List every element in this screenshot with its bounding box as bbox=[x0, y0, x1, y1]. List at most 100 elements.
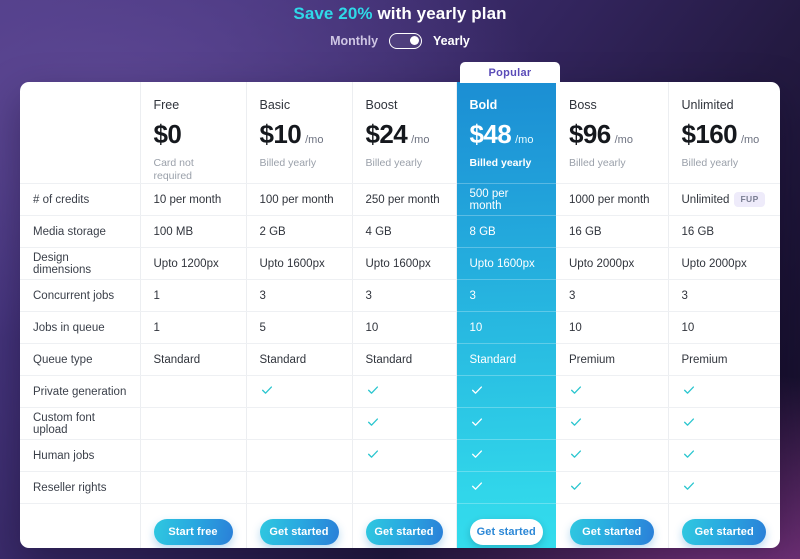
feature-value: Premium bbox=[681, 353, 728, 366]
check-icon bbox=[569, 415, 583, 429]
feature-label: Custom font upload bbox=[20, 407, 141, 440]
promo-header: Save 20% with yearly plan Monthly Yearly bbox=[0, 0, 800, 49]
feature-cell: 3 bbox=[456, 279, 556, 312]
feature-cell: Premium bbox=[668, 343, 780, 376]
feature-value: Standard bbox=[153, 353, 201, 366]
feature-cell bbox=[668, 375, 780, 408]
feature-cell: Upto 1600px bbox=[246, 247, 353, 280]
feature-cell: 3 bbox=[246, 279, 353, 312]
billing-period-switch[interactable] bbox=[389, 33, 423, 49]
plan-billing-note: Billed yearly bbox=[259, 157, 317, 169]
feature-value: 3 bbox=[469, 289, 476, 302]
feature-cell: Standard bbox=[246, 343, 353, 376]
feature-value: 1000 per month bbox=[569, 193, 650, 206]
feature-cell bbox=[456, 407, 556, 440]
table-row: Media storage 100 MB 2 GB 4 GB 8 GB 16 GB 16 G… bbox=[20, 215, 780, 248]
cta-button-bold[interactable]: Get started bbox=[469, 519, 543, 545]
cta-cell: Get started bbox=[556, 503, 669, 548]
feature-value: 100 per month bbox=[259, 193, 334, 206]
check-icon bbox=[470, 383, 484, 397]
cta-button-boss[interactable]: Get started bbox=[569, 519, 654, 546]
plan-name: Free bbox=[153, 98, 180, 112]
feature-cell bbox=[668, 471, 780, 504]
feature-value: 10 per month bbox=[153, 193, 222, 206]
plan-header-cell-free: Free $0 Card not required bbox=[140, 82, 247, 184]
table-row: Concurrent jobs 1 3 3 3 3 3 bbox=[20, 279, 780, 312]
feature-cell bbox=[352, 471, 457, 504]
promo-discount-text: Save 20% bbox=[293, 4, 373, 23]
check-icon bbox=[682, 383, 696, 397]
feature-cell bbox=[556, 439, 669, 472]
plan-header-cell-bold: Bold $48/mo Billed yearly bbox=[456, 82, 556, 184]
feature-cell: 1 bbox=[140, 311, 247, 344]
feature-cell bbox=[140, 375, 247, 408]
plan-price-row: $160/mo bbox=[682, 120, 768, 148]
feature-cell: 250 per month bbox=[352, 183, 457, 216]
feature-value: 3 bbox=[365, 289, 372, 302]
feature-cell bbox=[556, 471, 669, 504]
feature-cell: 3 bbox=[352, 279, 457, 312]
cta-button-unlimited[interactable]: Get started bbox=[682, 519, 767, 546]
feature-cell: 10 bbox=[556, 311, 669, 344]
switch-knob bbox=[409, 36, 419, 45]
feature-cell bbox=[456, 471, 556, 504]
feature-cell: 100 per month bbox=[246, 183, 353, 216]
billing-period-toggle-row: Monthly Yearly bbox=[0, 33, 800, 49]
feature-value: 2 GB bbox=[259, 225, 286, 238]
feature-value: 16 GB bbox=[681, 225, 715, 238]
feature-value: 8 GB bbox=[469, 225, 496, 238]
feature-cell bbox=[556, 375, 669, 408]
feature-value: 3 bbox=[259, 289, 266, 302]
check-icon bbox=[470, 479, 484, 493]
feature-cell: Upto 2000px bbox=[556, 247, 669, 280]
feature-cell bbox=[140, 407, 247, 440]
feature-cell: 16 GB bbox=[668, 215, 780, 248]
feature-value: Upto 1600px bbox=[469, 257, 535, 270]
plan-price-row: $48/mo bbox=[470, 120, 544, 148]
check-icon bbox=[470, 447, 484, 461]
feature-cell: 10 per month bbox=[140, 183, 247, 216]
plan-header-row: Free $0 Card not required Basic $10/mo Billed… bbox=[20, 82, 780, 184]
feature-value: Standard bbox=[365, 353, 413, 366]
feature-value: 1 bbox=[153, 321, 160, 334]
cta-button-free[interactable]: Start free bbox=[153, 519, 233, 546]
feature-value: Standard bbox=[259, 353, 307, 366]
feature-value: 5 bbox=[259, 321, 266, 334]
feature-value: 3 bbox=[681, 289, 688, 302]
plan-price: $24 bbox=[365, 119, 408, 149]
feature-label: Queue type bbox=[20, 343, 141, 376]
feature-value: 3 bbox=[569, 289, 576, 302]
feature-value: Upto 1200px bbox=[153, 257, 219, 270]
billing-monthly-label[interactable]: Monthly bbox=[330, 34, 378, 48]
plan-name: Boost bbox=[365, 98, 398, 112]
feature-value: Upto 2000px bbox=[681, 257, 747, 270]
cta-cell: Get started bbox=[456, 503, 556, 548]
feature-value: Upto 1600px bbox=[259, 257, 325, 270]
cta-button-basic[interactable]: Get started bbox=[259, 519, 339, 546]
feature-cell bbox=[246, 471, 353, 504]
table-row: Reseller rights bbox=[20, 471, 780, 504]
feature-cell: 1 bbox=[140, 279, 247, 312]
feature-cell: Standard bbox=[456, 343, 556, 376]
plan-header-cell-unlimited: Unlimited $160/mo Billed yearly bbox=[668, 82, 780, 184]
table-row: Jobs in queue 1 5 10 10 10 10 bbox=[20, 311, 780, 344]
plan-price-row: $96/mo bbox=[569, 120, 655, 148]
plan-name: Basic bbox=[259, 98, 291, 112]
feature-label: # of credits bbox=[20, 183, 141, 216]
feature-value: Standard bbox=[469, 353, 517, 366]
feature-cell: Upto 1600px bbox=[456, 247, 556, 280]
plan-header-cell-boost: Boost $24/mo Billed yearly bbox=[352, 82, 457, 184]
popular-badge-label: Popular bbox=[488, 66, 532, 79]
feature-value: 4 GB bbox=[365, 225, 392, 238]
feature-cell bbox=[352, 375, 457, 408]
table-row: Human jobs bbox=[20, 439, 780, 472]
check-icon bbox=[366, 447, 380, 461]
plan-price-period: /mo bbox=[411, 134, 430, 146]
feature-label: Human jobs bbox=[20, 439, 141, 472]
check-icon bbox=[569, 383, 583, 397]
plan-billing-note: Billed yearly bbox=[681, 157, 739, 169]
cta-button-boost[interactable]: Get started bbox=[365, 519, 443, 546]
feature-cell: Upto 1600px bbox=[352, 247, 457, 280]
billing-yearly-label[interactable]: Yearly bbox=[433, 34, 470, 48]
table-row: Design dimensions Upto 1200px Upto 1600px U… bbox=[20, 247, 780, 280]
